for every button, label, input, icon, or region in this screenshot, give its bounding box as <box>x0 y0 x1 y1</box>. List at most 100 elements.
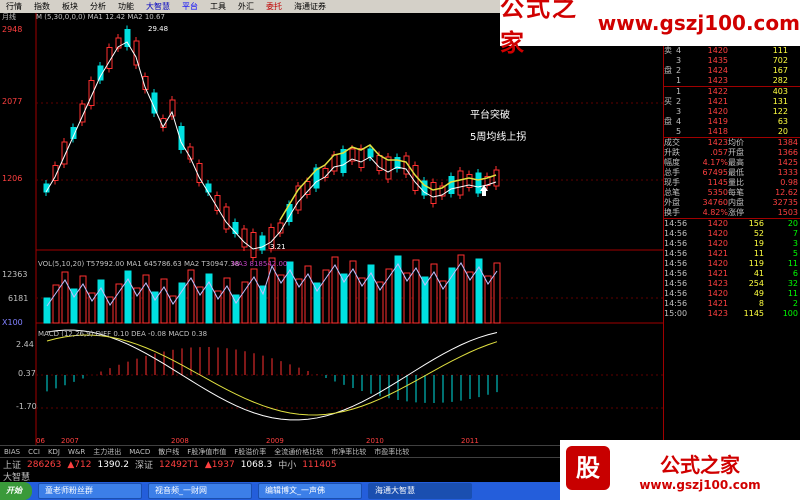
tick-price: 1423 <box>707 309 728 318</box>
level: 3 <box>676 56 682 65</box>
volume: 167 <box>772 66 788 75</box>
indicator-tab[interactable]: 市盈率比较 <box>370 447 413 457</box>
menu-item[interactable]: 海通证券 <box>288 0 332 13</box>
kline-svg <box>35 13 663 445</box>
y-main-top: 2948 <box>2 25 23 34</box>
volume-bar <box>223 277 231 324</box>
volume-bar <box>115 283 123 324</box>
volume-bar <box>412 259 420 324</box>
taskbar-item[interactable]: 海通大智慧 <box>368 483 472 499</box>
indicator-tab[interactable]: 市净率比较 <box>327 447 370 457</box>
year-label: 2008 <box>171 437 189 445</box>
indicator-tab[interactable]: BIAS <box>0 448 24 456</box>
level: 2 <box>676 66 682 75</box>
tick-volume: 19 <box>753 239 764 248</box>
indicator-tab[interactable]: CCI <box>24 448 44 456</box>
start-button[interactable]: 开始 <box>0 482 32 500</box>
y-vol-unit: X100 <box>2 318 23 327</box>
menu-item[interactable]: 平台 <box>176 0 204 13</box>
tick-time: 14:56 <box>664 229 688 238</box>
quote-row: 14:56 1421 8 2 <box>664 299 800 309</box>
level: 1 <box>676 87 682 96</box>
taskbar-item[interactable]: 视音频_一财网 <box>148 483 252 499</box>
quote-row: 总笔 5350 每笔 12.62 <box>664 188 800 198</box>
stat-value: 5350 <box>707 188 728 197</box>
indicator-tab[interactable]: F股溢价率 <box>230 447 270 457</box>
indicator-tab[interactable]: MACD <box>125 448 154 456</box>
quote-row: 14:56 1420 119 11 <box>664 259 800 269</box>
stat-value: 1333 <box>777 168 798 177</box>
volume-bar <box>313 282 321 324</box>
price: 1423 <box>707 76 728 85</box>
side-label <box>664 76 676 86</box>
stat-value: 4.17% <box>702 158 728 167</box>
indicator-tab[interactable]: F股净值市值 <box>183 447 230 457</box>
dzh-label: 大智慧 <box>0 470 563 483</box>
taskbar-item[interactable]: 童老师粉丝群 <box>38 483 142 499</box>
menu-item[interactable]: 指数 <box>28 0 56 13</box>
stat-key: 成交 <box>664 138 680 147</box>
price: 1421 <box>707 97 728 106</box>
menu-item[interactable]: 委托 <box>260 0 288 13</box>
menu-item[interactable]: 功能 <box>112 0 140 13</box>
quote-row: 卖 4 1420 111 <box>664 46 800 56</box>
volume-bar <box>475 258 483 324</box>
indicator-tab[interactable]: 散户线 <box>154 447 183 457</box>
brand-url: www.gszj100.com <box>597 11 800 35</box>
menu-item[interactable]: 大智慧 <box>140 0 176 13</box>
quote-row: 14:56 1420 52 7 <box>664 229 800 239</box>
volume-bar <box>295 278 303 324</box>
tick-volume: 156 <box>748 219 764 228</box>
stat-value: 1423 <box>707 138 728 147</box>
indicator-tab[interactable]: KDJ <box>44 448 64 456</box>
menu-item[interactable]: 板块 <box>56 0 84 13</box>
sh-value: 286263 <box>27 459 62 470</box>
low-label: 3.21 <box>270 243 286 251</box>
price: 1420 <box>707 46 728 55</box>
candle <box>250 232 257 258</box>
tick-count: 11 <box>787 259 798 268</box>
indicator-tab[interactable]: 主力进出 <box>89 447 125 457</box>
chart-area[interactable]: 月线 M (5,30,0,0,0) MA1 12.42 MA2 10.67 29… <box>0 13 663 445</box>
y-vol-mid: 6181 <box>8 294 29 303</box>
stat-key: 总笔 <box>664 188 680 197</box>
tick-time: 14:56 <box>664 289 688 298</box>
candle <box>448 176 455 194</box>
tick-count: 7 <box>792 229 798 238</box>
volume-bar <box>358 277 366 324</box>
candle <box>430 182 437 204</box>
quote-row: 买 2 1421 131 <box>664 97 800 107</box>
year-label: 2009 <box>266 437 284 445</box>
candle <box>475 172 482 194</box>
menu-item[interactable]: 工具 <box>204 0 232 13</box>
y-main-low: 1206 <box>2 174 23 183</box>
sz-price: 1068.3 <box>240 459 273 470</box>
volume: 131 <box>772 97 788 106</box>
taskbar-item[interactable]: 编辑博文_一声佛 <box>258 483 362 499</box>
ad-banner[interactable]: 股 公式之家 www.gszj100.com <box>560 440 800 500</box>
tick-count: 32 <box>787 279 798 288</box>
indicator-tab[interactable]: 全流通价格比较 <box>270 447 327 457</box>
tick-time: 14:56 <box>664 219 688 228</box>
candle <box>124 29 131 47</box>
level: 4 <box>676 46 682 55</box>
tick-price: 1420 <box>707 239 728 248</box>
stat-value: 34760 <box>702 198 728 207</box>
tick-price: 1421 <box>707 299 728 308</box>
quote-row: 14:56 1420 156 20 <box>664 219 800 229</box>
vol-line: VOL(5,10,20) T57992.00 MA1 645786.63 MA2… <box>38 260 240 268</box>
tick-time: 14:56 <box>664 269 688 278</box>
stat-key: 幅度 <box>664 158 680 167</box>
menu-item[interactable]: 行情 <box>0 0 28 13</box>
volume: 122 <box>772 107 788 116</box>
menu-item[interactable]: 外汇 <box>232 0 260 13</box>
quote-row: 换手 4.82% 涨停 1503 <box>664 208 800 218</box>
stat-key: 最高 <box>728 158 744 167</box>
quote-row: 升跌 .057 开盘 1366 <box>664 148 800 158</box>
volume-bar <box>376 281 384 324</box>
quote-row: 15:00 1423 1145 100 <box>664 309 800 319</box>
y-macd-top: 2.44 <box>16 340 34 349</box>
indicator-tab[interactable]: W&R <box>64 448 89 456</box>
menu-item[interactable]: 分析 <box>84 0 112 13</box>
stat-key: 每笔 <box>728 188 744 197</box>
